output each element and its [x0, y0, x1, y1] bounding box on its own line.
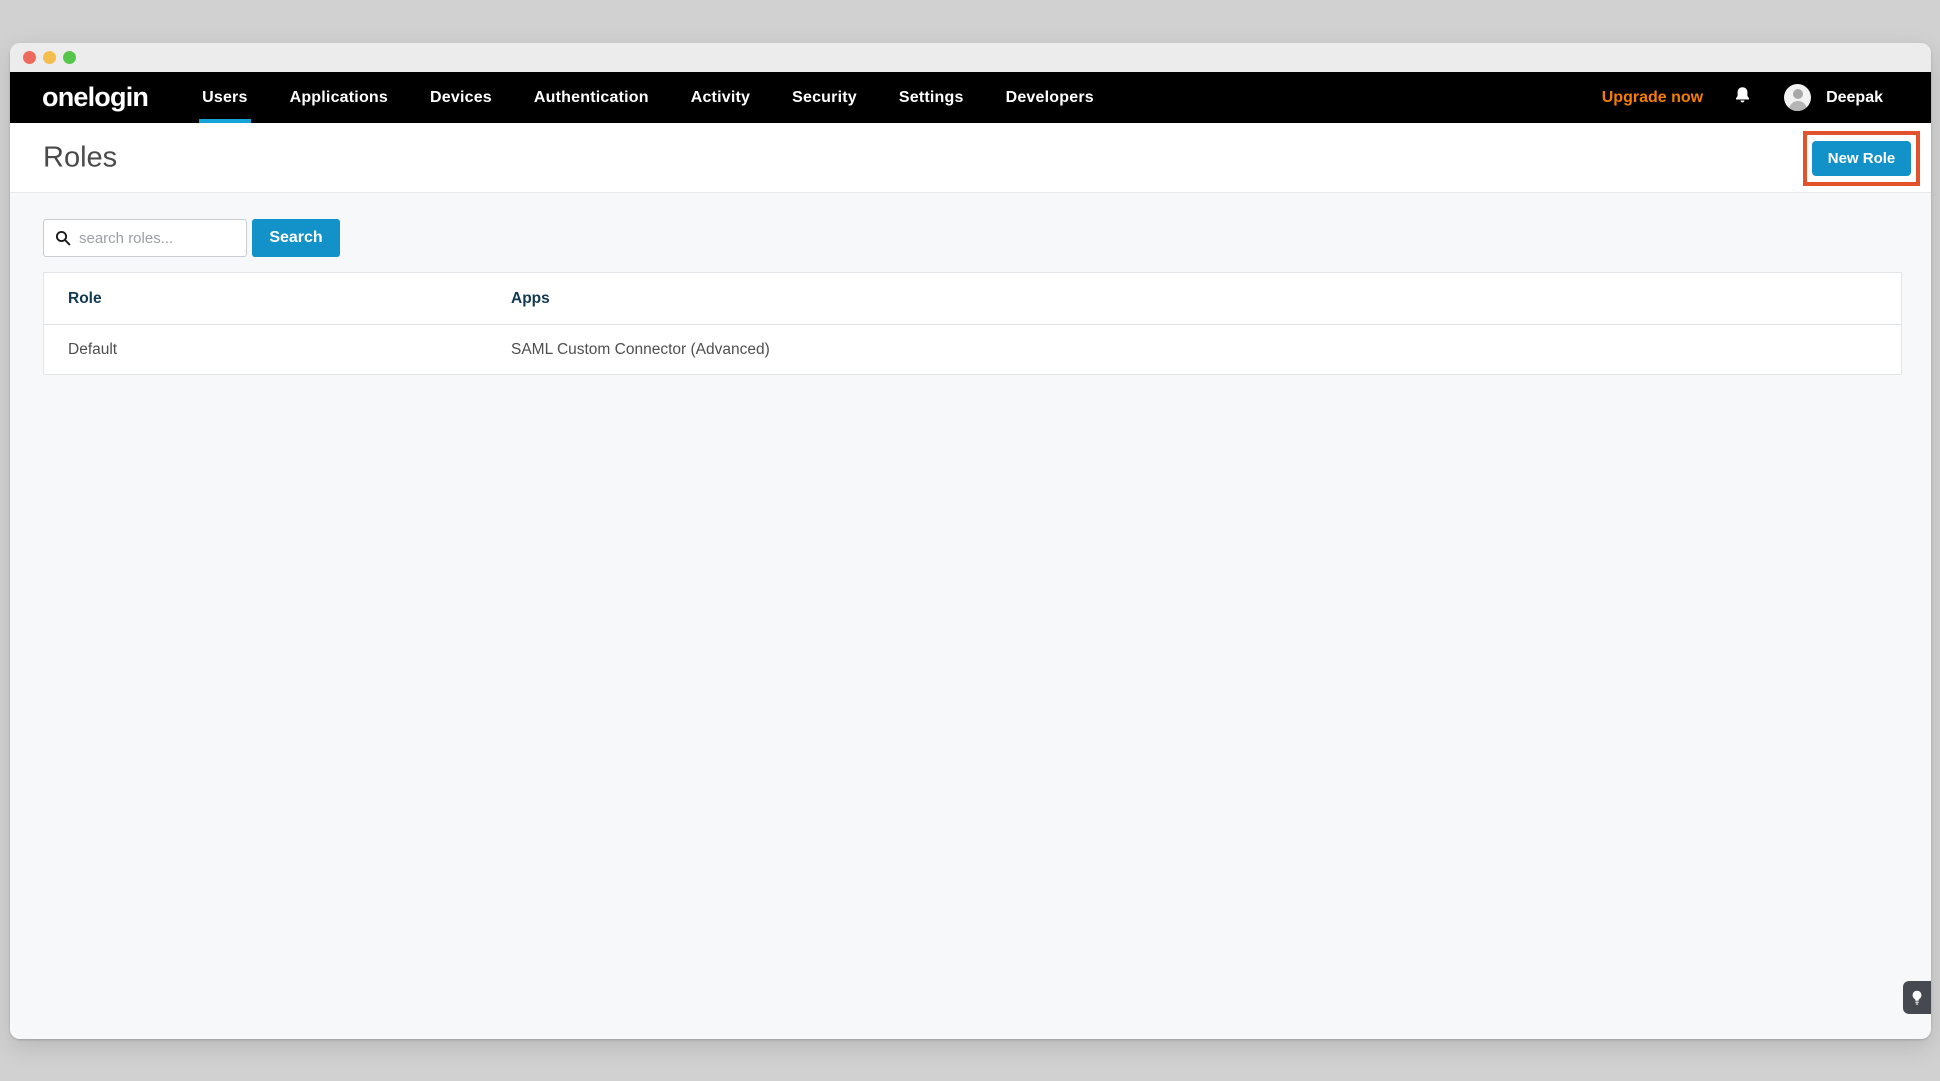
- top-navbar: onelogin Users Applications Devices Auth…: [10, 72, 1931, 123]
- nav-item-label: Developers: [1006, 89, 1094, 107]
- lightbulb-icon: [1911, 990, 1923, 1006]
- minimize-button[interactable]: [43, 51, 56, 64]
- bell-icon: [1734, 86, 1751, 109]
- nav-item-authentication[interactable]: Authentication: [534, 72, 649, 123]
- nav-item-label: Settings: [899, 89, 964, 107]
- nav-item-activity[interactable]: Activity: [691, 72, 750, 123]
- main-content: Search Role Apps Default SAML Custom Con…: [10, 193, 1931, 1039]
- nav-menu: Users Applications Devices Authenticatio…: [202, 72, 1094, 123]
- table-header-row: Role Apps: [44, 273, 1901, 325]
- new-role-button[interactable]: New Role: [1812, 141, 1911, 176]
- apps-cell: SAML Custom Connector (Advanced): [487, 325, 1901, 374]
- nav-item-devices[interactable]: Devices: [430, 72, 492, 123]
- nav-item-applications[interactable]: Applications: [290, 72, 388, 123]
- nav-item-security[interactable]: Security: [792, 72, 857, 123]
- nav-item-users[interactable]: Users: [202, 72, 247, 123]
- browser-window: onelogin Users Applications Devices Auth…: [10, 43, 1931, 1039]
- user-avatar[interactable]: [1784, 84, 1811, 111]
- close-button[interactable]: [23, 51, 36, 64]
- roles-table: Role Apps Default SAML Custom Connector …: [43, 272, 1902, 375]
- role-cell: Default: [44, 325, 487, 374]
- navbar-right-cluster: Upgrade now Deepak: [1602, 72, 1883, 123]
- avatar-silhouette-icon: [1793, 89, 1803, 99]
- window-titlebar: [10, 43, 1931, 72]
- table-row[interactable]: Default SAML Custom Connector (Advanced): [44, 325, 1901, 374]
- nav-item-label: Applications: [290, 89, 388, 107]
- nav-item-label: Authentication: [534, 89, 649, 107]
- search-icon: [55, 230, 71, 246]
- column-header-apps: Apps: [487, 273, 1901, 324]
- nav-item-label: Devices: [430, 89, 492, 107]
- column-header-role: Role: [44, 273, 487, 324]
- nav-item-developers[interactable]: Developers: [1006, 72, 1094, 123]
- search-button[interactable]: Search: [252, 219, 340, 257]
- page-header: Roles New Role: [10, 123, 1931, 193]
- notifications-button[interactable]: [1734, 86, 1751, 109]
- onelogin-logo[interactable]: onelogin: [42, 82, 148, 113]
- search-row: Search: [43, 219, 340, 257]
- search-box: [43, 219, 247, 257]
- upgrade-now-link[interactable]: Upgrade now: [1602, 89, 1703, 107]
- nav-item-settings[interactable]: Settings: [899, 72, 964, 123]
- nav-item-label: Security: [792, 89, 857, 107]
- nav-item-label: Users: [202, 89, 247, 107]
- search-input[interactable]: [79, 230, 239, 247]
- annotation-highlight-box: New Role: [1803, 131, 1920, 186]
- page-title: Roles: [43, 141, 117, 174]
- username-label[interactable]: Deepak: [1826, 89, 1883, 107]
- help-lightbulb-button[interactable]: [1903, 981, 1931, 1014]
- nav-item-label: Activity: [691, 89, 750, 107]
- maximize-button[interactable]: [63, 51, 76, 64]
